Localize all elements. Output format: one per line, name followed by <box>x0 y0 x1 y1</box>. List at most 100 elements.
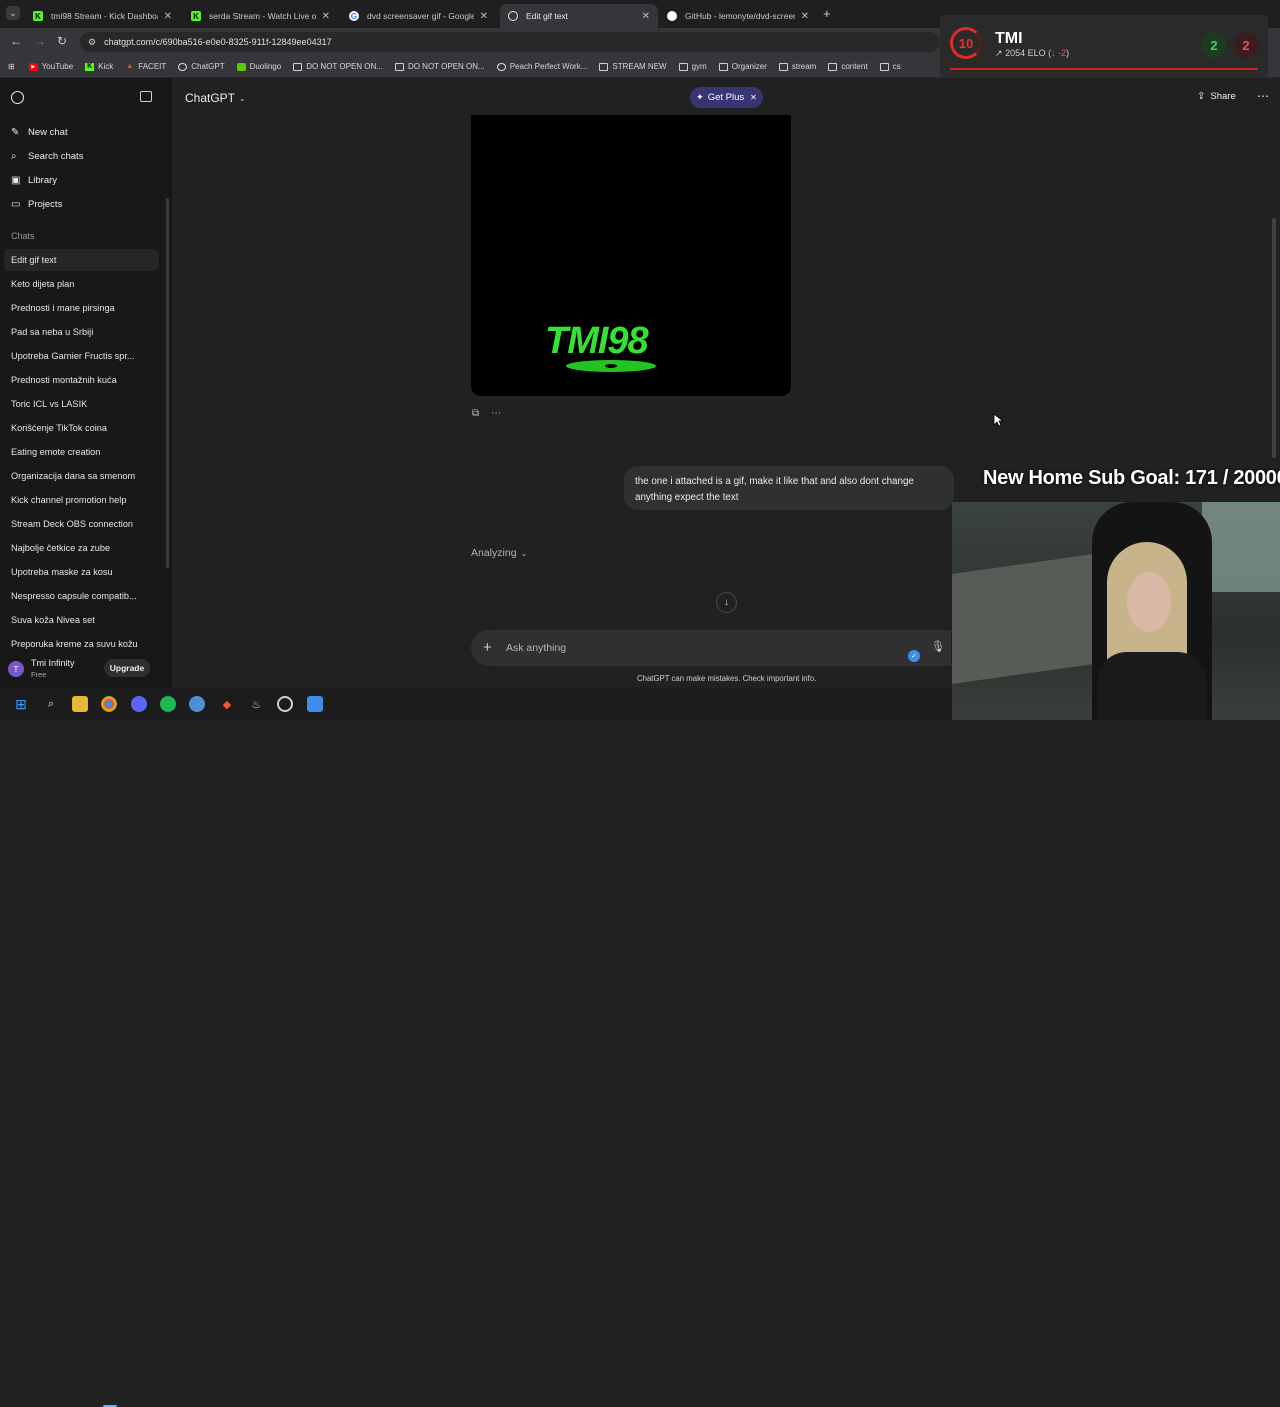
compose-icon: ✎ <box>11 127 20 138</box>
chat-history-item[interactable]: Najbolje četkice za zube <box>4 537 159 559</box>
discord-icon[interactable] <box>131 696 147 712</box>
chat-history-item[interactable]: Eating emote creation <box>4 441 159 463</box>
bookmark-chatgpt[interactable]: ChatGPT <box>178 62 225 71</box>
tab-github[interactable]: GitHub - lemonyte/dvd-screens ✕ <box>659 4 817 28</box>
chrome-icon[interactable] <box>101 696 117 712</box>
bookmark-label: gym <box>691 62 707 71</box>
bookmark-folder-1[interactable]: DO NOT OPEN ON... <box>293 62 383 71</box>
chat-sidebar: ✎ New chat ⌕ Search chats ▣ Library ▭ Projec… <box>0 78 172 688</box>
projects-button[interactable]: ▭ Projects <box>11 199 62 210</box>
chat-history-item[interactable]: Nespresso capsule compatib... <box>4 585 159 607</box>
close-icon[interactable]: ✕ <box>750 93 757 102</box>
upgrade-button[interactable]: Upgrade <box>104 659 150 677</box>
search-icon[interactable]: ⌕ <box>43 696 59 712</box>
bookmark-stream[interactable]: stream <box>778 62 817 71</box>
bookmark-organizer[interactable]: Organizer <box>718 62 767 71</box>
bookmark-kick[interactable]: K Kick <box>85 62 113 71</box>
close-icon[interactable]: ✕ <box>164 11 172 22</box>
file-explorer-icon[interactable] <box>72 696 88 712</box>
close-icon[interactable]: ✕ <box>642 11 650 22</box>
sidebar-toggle-icon[interactable] <box>140 91 152 102</box>
prompt-input[interactable] <box>506 639 886 657</box>
windows-start-icon[interactable]: ⊞ <box>13 696 29 712</box>
site-info-icon[interactable]: ⚙ <box>88 37 96 48</box>
site-icon <box>496 62 506 71</box>
openai-logo-icon[interactable] <box>11 91 24 104</box>
bookmark-peach-perfect[interactable]: Peach Perfect Work... <box>496 62 587 71</box>
bookmark-label: stream <box>791 62 817 71</box>
spotify-icon[interactable] <box>160 696 176 712</box>
apps-grid-icon[interactable]: ⊞ <box>8 62 15 71</box>
obs-icon[interactable] <box>277 696 293 712</box>
model-selector[interactable]: ChatGPT ⌄ <box>185 91 246 105</box>
microphone-icon[interactable]: 🎙 <box>931 640 945 653</box>
library-button[interactable]: ▣ Library <box>11 175 57 186</box>
chats-heading: Chats <box>11 231 35 241</box>
main-scrollbar[interactable] <box>1272 218 1276 458</box>
tab-chatgpt-active[interactable]: Edit gif text ✕ <box>500 4 658 28</box>
chat-history-item[interactable]: Toric ICL vs LASIK <box>4 393 159 415</box>
user-name[interactable]: Tmi Infinity <box>31 658 75 668</box>
search-chats-button[interactable]: ⌕ Search chats <box>11 151 83 162</box>
chat-history-item[interactable]: Organizacija dana sa smenom <box>4 465 159 487</box>
kick-icon: K <box>85 62 95 71</box>
app-icon[interactable] <box>189 696 205 712</box>
folder-icon <box>718 62 728 71</box>
close-icon[interactable]: ✕ <box>480 11 488 22</box>
new-chat-button[interactable]: ✎ New chat <box>11 127 68 138</box>
forward-arrow-icon[interactable]: → <box>34 34 46 48</box>
generated-image[interactable]: TMI98 <box>471 115 791 396</box>
avatar[interactable]: T <box>8 661 24 677</box>
reload-icon[interactable]: ↻ <box>57 34 67 48</box>
chat-history-item[interactable]: Prednosti montažnih kuća <box>4 369 159 391</box>
chat-history-item[interactable]: Suva koža Nivea set <box>4 609 159 631</box>
chat-history-item[interactable]: Kick channel promotion help <box>4 489 159 511</box>
steam-icon[interactable]: ♨ <box>248 696 264 712</box>
share-icon: ⇪ <box>1197 91 1206 102</box>
chat-history-item[interactable]: Upotreba maske za kosu <box>4 561 159 583</box>
copy-icon[interactable]: ⧉ <box>472 408 479 419</box>
back-arrow-icon[interactable]: ← <box>10 34 22 48</box>
folder-icon <box>778 62 788 71</box>
webcam-feed <box>952 502 1280 720</box>
more-options-icon[interactable]: ⋯ <box>491 408 501 419</box>
close-icon[interactable]: ✕ <box>801 11 809 22</box>
tab-kick-serda[interactable]: K serda Stream - Watch Live on K ✕ <box>183 4 338 28</box>
chat-history-item[interactable]: Prednosti i mane pirsinga <box>4 297 159 319</box>
bookmark-content[interactable]: content <box>828 62 868 71</box>
chat-history-item[interactable]: Preporuka kreme za suvu kožu <box>4 633 159 655</box>
brave-icon[interactable]: ◆ <box>219 696 235 712</box>
chat-history-item[interactable]: Pad sa neba u Srbiji <box>4 321 159 343</box>
chat-history-item[interactable]: Edit gif text <box>4 249 159 271</box>
bookmark-gym[interactable]: gym <box>678 62 707 71</box>
close-icon[interactable]: ✕ <box>322 11 330 22</box>
tab-search-button[interactable]: ⌄ <box>6 6 20 20</box>
chat-history-item[interactable]: Keto dijeta plan <box>4 273 159 295</box>
share-button[interactable]: ⇪ Share <box>1197 91 1236 102</box>
more-options-icon[interactable]: ⋯ <box>1257 89 1269 103</box>
chat-history-item[interactable]: Stream Deck OBS connection <box>4 513 159 535</box>
new-tab-button[interactable]: + <box>823 6 831 21</box>
plus-icon[interactable]: + <box>483 639 492 656</box>
library-label: Library <box>28 175 58 186</box>
bookmark-stream-new[interactable]: STREAM NEW <box>599 62 667 71</box>
bookmark-folder-2[interactable]: DO NOT OPEN ON... <box>394 62 485 71</box>
scroll-to-bottom-button[interactable]: ↓ <box>716 592 737 613</box>
mouse-cursor-icon <box>993 413 1003 427</box>
sidebar-scrollbar[interactable] <box>166 198 169 568</box>
bookmark-cs[interactable]: cs <box>879 62 901 71</box>
get-plus-button[interactable]: ✦ Get Plus ✕ <box>690 87 763 108</box>
bookmark-youtube[interactable]: ▶ YouTube <box>28 62 73 71</box>
tab-google-search[interactable]: G dvd screensaver gif - Google S ✕ <box>341 4 496 28</box>
bookmark-duolingo[interactable]: Duolingo <box>236 62 281 71</box>
chat-history-item[interactable]: Korišćenje TikTok coina <box>4 417 159 439</box>
chevron-down-icon: ⌄ <box>239 93 246 103</box>
bookmark-label: DO NOT OPEN ON... <box>306 62 383 71</box>
sub-goal-banner: New Home Sub Goal: 171 / 20000 <box>983 467 1280 489</box>
tab-kick-dashboard[interactable]: K tmi98 Stream - Kick Dashboard ✕ <box>25 4 180 28</box>
app-icon[interactable] <box>307 696 323 712</box>
bookmark-faceit[interactable]: ▲ FACEIT <box>125 62 166 71</box>
address-bar[interactable]: ⚙ chatgpt.com/c/690ba516-e0e0-8325-911f-… <box>80 32 940 52</box>
chat-history-item[interactable]: Upotreba Garnier Fructis spr... <box>4 345 159 367</box>
analyzing-status[interactable]: Analyzing ⌄ <box>471 547 527 559</box>
